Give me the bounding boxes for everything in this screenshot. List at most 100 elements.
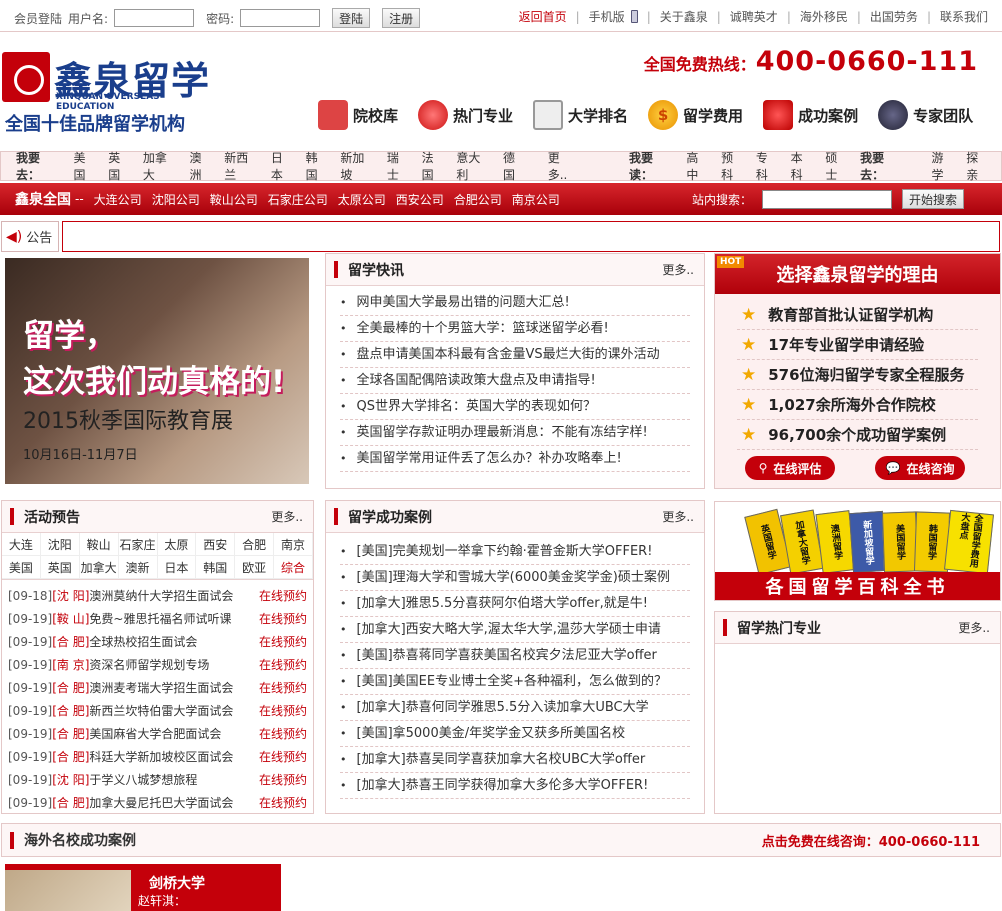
case-item[interactable]: [加拿大]恭喜何同学雅思5.5分入读加拿大UBC大学	[340, 695, 690, 721]
city-tab[interactable]: 鞍山	[79, 533, 119, 556]
activity-item[interactable]: [09-19] [合 肥] 美国麻省大学合肥面试会 在线预约	[8, 722, 307, 745]
city-tab[interactable]: 石家庄	[118, 533, 158, 556]
nav-majors[interactable]: 热门专业	[418, 98, 513, 132]
case-item[interactable]: [美国]完美规划一举拿下约翰·霍普金斯大学OFFER!	[340, 539, 690, 565]
country-link[interactable]: 加拿大	[143, 149, 179, 183]
country-link[interactable]: 澳洲	[190, 149, 214, 183]
nav-cases[interactable]: 成功案例	[763, 98, 858, 132]
activity-item[interactable]: [09-18] [沈 阳] 澳洲莫纳什大学招生面试会 在线预约	[8, 584, 307, 607]
book-online-link[interactable]: 在线预约	[259, 587, 307, 604]
city-tab[interactable]: 太原	[157, 533, 197, 556]
branch-link[interactable]: 西安公司	[396, 191, 444, 208]
nav-rankings[interactable]: 大学排名	[533, 98, 628, 132]
link-immigration[interactable]: 海外移民	[800, 8, 848, 25]
book-online-link[interactable]: 在线预约	[259, 656, 307, 673]
country-link[interactable]: 瑞士	[387, 149, 411, 183]
country-link[interactable]: 意大利	[456, 149, 492, 183]
news-item[interactable]: QS世界大学排名：英国大学的表现如何？	[340, 394, 690, 420]
country-link[interactable]: 法国	[422, 149, 446, 183]
case-item[interactable]: [加拿大]西安大略大学,渥太华大学,温莎大学硕士申请	[340, 617, 690, 643]
case-item[interactable]: [美国]恭喜蒋同学喜获美国名校宾夕法尼亚大学offer	[340, 643, 690, 669]
case-card[interactable]: 剑桥大学 赵轩淇：	[5, 864, 281, 911]
link-home[interactable]: 返回首页	[519, 8, 567, 25]
activity-item[interactable]: [09-19] [南 京] 资深名师留学规划专场 在线预约	[8, 653, 307, 676]
activity-item[interactable]: [09-19] [合 肥] 新西兰坎特伯雷大学面试会 在线预约	[8, 699, 307, 722]
nav-costs[interactable]: $ 留学费用	[648, 98, 743, 132]
country-link[interactable]: 日本	[271, 149, 295, 183]
branch-link[interactable]: 石家庄公司	[268, 191, 328, 208]
country-tab[interactable]: 日本	[157, 556, 197, 579]
nav-schools[interactable]: 院校库	[318, 98, 398, 132]
news-item[interactable]: 全球各国配偶陪读政策大盘点及申请指导!	[340, 368, 690, 394]
case-item[interactable]: [加拿大]恭喜王同学获得加拿大多伦多大学OFFER!	[340, 773, 690, 799]
country-tab[interactable]: 韩国	[196, 556, 236, 579]
type-link[interactable]: 游学	[932, 149, 956, 183]
news-more-link[interactable]: 更多..	[662, 261, 694, 278]
country-tab[interactable]: 澳新	[118, 556, 158, 579]
news-item[interactable]: 全美最棒的十个男篮大学：篮球迷留学必看!	[340, 316, 690, 342]
book-online-link[interactable]: 在线预约	[259, 748, 307, 765]
search-button[interactable]: 开始搜索	[901, 189, 964, 209]
book-online-link[interactable]: 在线预约	[259, 679, 307, 696]
promo-banner[interactable]: 留学， 这次我们动真格的! 2015秋季国际教育展 10月16日-11月7日	[5, 258, 309, 484]
link-jobs[interactable]: 诚聘英才	[730, 8, 778, 25]
book-online-link[interactable]: 在线预约	[259, 794, 307, 811]
case-item[interactable]: [美国]拿5000美金/年奖学金又获多所美国名校	[340, 721, 690, 747]
country-tab[interactable]: 欧亚	[235, 556, 275, 579]
site-logo[interactable]: 鑫泉留学 XINQUAN OVERSEAS EDUCATION 全国十佳品牌留学…	[2, 52, 212, 136]
encyclopedia-banner[interactable]: 英国留学 加拿大留学 澳洲留学 新加坡留学 美国留学 韩国留学 全国留学费用大盘…	[714, 501, 1001, 601]
level-link[interactable]: 预科	[721, 149, 745, 183]
type-link[interactable]: 探亲	[966, 149, 990, 183]
book-online-link[interactable]: 在线预约	[259, 702, 307, 719]
username-input[interactable]	[114, 9, 195, 27]
activity-item[interactable]: [09-19] [合 肥] 加拿大曼尼托巴大学面试会 在线预约	[8, 791, 307, 814]
country-link[interactable]: 韩国	[306, 149, 330, 183]
branch-link[interactable]: 鞍山公司	[210, 191, 258, 208]
news-item[interactable]: 美国留学常用证件丢了怎么办？补办攻略奉上!	[340, 446, 690, 472]
branch-link[interactable]: 合肥公司	[454, 191, 502, 208]
link-mobile[interactable]: 手机版	[589, 8, 625, 25]
link-about[interactable]: 关于鑫泉	[660, 8, 708, 25]
country-link[interactable]: 新西兰	[224, 149, 260, 183]
level-link[interactable]: 本科	[791, 149, 815, 183]
book-online-link[interactable]: 在线预约	[259, 771, 307, 788]
country-tab[interactable]: 加拿大	[79, 556, 119, 579]
register-button[interactable]: 注册	[382, 8, 421, 28]
city-tab[interactable]: 大连	[2, 533, 41, 556]
activity-item[interactable]: [09-19] [合 肥] 科廷大学新加坡校区面试会 在线预约	[8, 745, 307, 768]
password-input[interactable]	[240, 9, 321, 27]
branch-link[interactable]: 大连公司	[94, 191, 142, 208]
activity-more-link[interactable]: 更多..	[271, 508, 303, 525]
level-link[interactable]: 硕士	[825, 149, 849, 183]
city-tab[interactable]: 南京	[274, 533, 313, 556]
book-online-link[interactable]: 在线预约	[259, 610, 307, 627]
news-item[interactable]: 英国留学存款证明办理最新消息：不能有冻结字样!	[340, 420, 690, 446]
consult-cta-link[interactable]: 点击免费在线咨询：400-0660-111	[762, 831, 980, 850]
city-tab[interactable]: 西安	[196, 533, 236, 556]
cases-more-link[interactable]: 更多..	[662, 508, 694, 525]
branch-link[interactable]: 南京公司	[512, 191, 560, 208]
search-input[interactable]	[761, 189, 892, 209]
book-online-link[interactable]: 在线预约	[259, 633, 307, 650]
link-labor[interactable]: 出国劳务	[870, 8, 918, 25]
country-link[interactable]: 新加坡	[340, 149, 376, 183]
case-item[interactable]: [加拿大]雅思5.5分喜获阿尔伯塔大学offer,就是牛!	[340, 591, 690, 617]
countries-more-link[interactable]: 更多..	[548, 149, 579, 183]
country-tab[interactable]: 美国	[2, 556, 41, 579]
news-item[interactable]: 网申美国大学最易出错的问题大汇总!	[340, 290, 690, 316]
city-tab[interactable]: 沈阳	[40, 533, 80, 556]
link-contact[interactable]: 联系我们	[940, 8, 988, 25]
case-item[interactable]: [美国]美国EE专业博士全奖+各种福利，怎么做到的？	[340, 669, 690, 695]
country-tab[interactable]: 英国	[40, 556, 80, 579]
level-link[interactable]: 专科	[756, 149, 780, 183]
login-button[interactable]: 登陆	[332, 8, 371, 28]
country-link[interactable]: 美国	[73, 149, 97, 183]
majors-more-link[interactable]: 更多..	[958, 619, 990, 636]
book-online-link[interactable]: 在线预约	[259, 725, 307, 742]
case-item[interactable]: [美国]理海大学和雪城大学(6000美金奖学金)硕士案例	[340, 565, 690, 591]
activity-item[interactable]: [09-19] [合 肥] 全球热校招生面试会 在线预约	[8, 630, 307, 653]
country-link[interactable]: 英国	[108, 149, 132, 183]
activity-item[interactable]: [09-19] [沈 阳] 于学义八城梦想旅程 在线预约	[8, 768, 307, 791]
country-link[interactable]: 德国	[503, 149, 527, 183]
city-tab[interactable]: 合肥	[235, 533, 275, 556]
